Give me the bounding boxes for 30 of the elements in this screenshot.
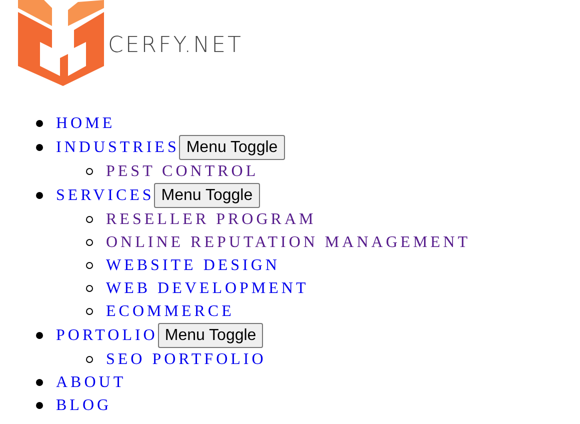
menu-link[interactable]: PEST CONTROL: [106, 162, 259, 182]
bullet-icon: [86, 308, 93, 315]
bullet-icon: [86, 356, 93, 363]
menu-toggle-button[interactable]: Menu Toggle: [154, 183, 260, 208]
menu-link[interactable]: HOME: [56, 114, 116, 134]
menu-link[interactable]: INDUSTRIES: [56, 138, 180, 158]
menu-link[interactable]: RESELLER PROGRAM: [106, 210, 316, 230]
bullet-icon: [36, 120, 43, 127]
logo-text: CERFY.NET: [108, 35, 243, 57]
bullet-icon: [86, 216, 93, 223]
bullet-icon: [36, 192, 43, 199]
menu-link[interactable]: ABOUT: [56, 372, 126, 392]
menu-link[interactable]: ONLINE REPUTATION MANAGEMENT: [106, 232, 470, 252]
menu-toggle-button[interactable]: Menu Toggle: [179, 135, 285, 160]
menu-link[interactable]: SEO PORTFOLIO: [106, 350, 266, 370]
bullet-icon: [86, 285, 93, 292]
menu-link[interactable]: WEB DEVELOPMENT: [106, 278, 309, 298]
bullet-icon: [36, 332, 43, 339]
bullet-icon: [86, 168, 93, 175]
menu-link[interactable]: SERVICES: [56, 186, 154, 206]
menu-toggle-button[interactable]: Menu Toggle: [158, 323, 264, 348]
bullet-icon: [36, 402, 43, 409]
bullet-icon: [86, 262, 93, 269]
bullet-icon: [36, 379, 43, 386]
bullet-icon: [86, 239, 93, 246]
menu-link[interactable]: WEBSITE DESIGN: [106, 256, 280, 276]
bullet-icon: [36, 144, 43, 151]
menu-link[interactable]: ECOMMERCE: [106, 302, 234, 322]
menu-link[interactable]: PORTOLIO: [56, 326, 158, 346]
menu-link[interactable]: BLOG: [56, 396, 112, 416]
